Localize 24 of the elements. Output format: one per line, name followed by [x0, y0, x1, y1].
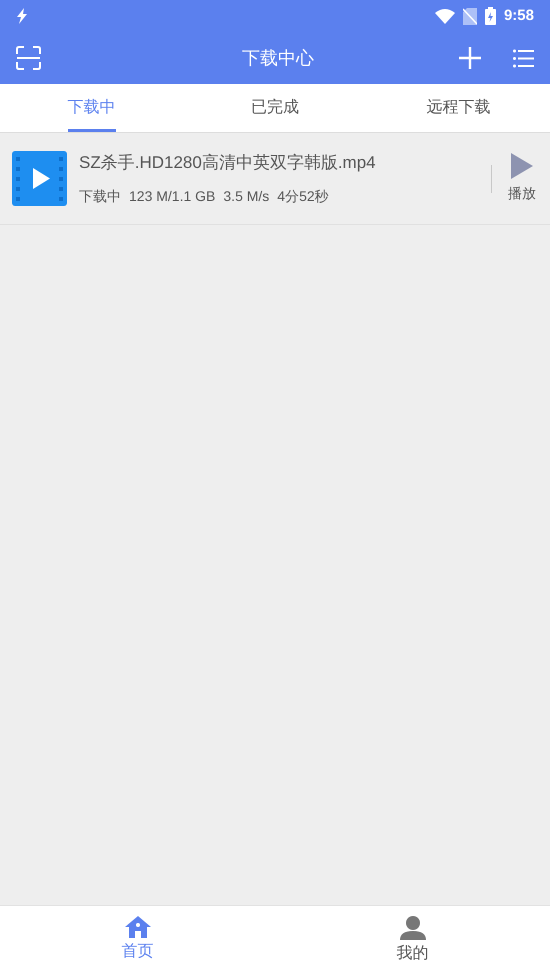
- battery-icon: [484, 7, 496, 25]
- download-status: 下载中: [79, 186, 121, 206]
- video-file-icon: [12, 151, 67, 206]
- file-name: SZ杀手.HD1280高清中英双字韩版.mp4: [79, 152, 377, 174]
- nav-item[interactable]: 我的: [396, 916, 428, 966]
- scan-icon[interactable]: [16, 46, 41, 70]
- menu-icon[interactable]: [513, 48, 534, 68]
- nav-item[interactable]: 首页: [122, 916, 154, 964]
- flash-icon: [16, 8, 28, 24]
- tab[interactable]: 已完成: [250, 84, 299, 132]
- person-icon: [400, 916, 426, 940]
- tab[interactable]: 下载中: [68, 84, 116, 132]
- download-speed: 3.5 M/s: [223, 186, 270, 206]
- play-icon: [511, 153, 533, 179]
- play-button[interactable]: 播放: [508, 153, 536, 204]
- wifi-icon: [434, 8, 455, 24]
- status-time: 9:58: [504, 6, 534, 26]
- home-icon: [124, 916, 150, 938]
- tab[interactable]: 远程下载: [426, 84, 490, 132]
- time-remaining: 4分52秒: [277, 186, 329, 206]
- no-sim-icon: [462, 8, 477, 24]
- download-size: 123 M/1.1 GB: [129, 186, 216, 206]
- toolbar-title: 下载中心: [242, 46, 314, 70]
- add-icon[interactable]: [459, 47, 481, 69]
